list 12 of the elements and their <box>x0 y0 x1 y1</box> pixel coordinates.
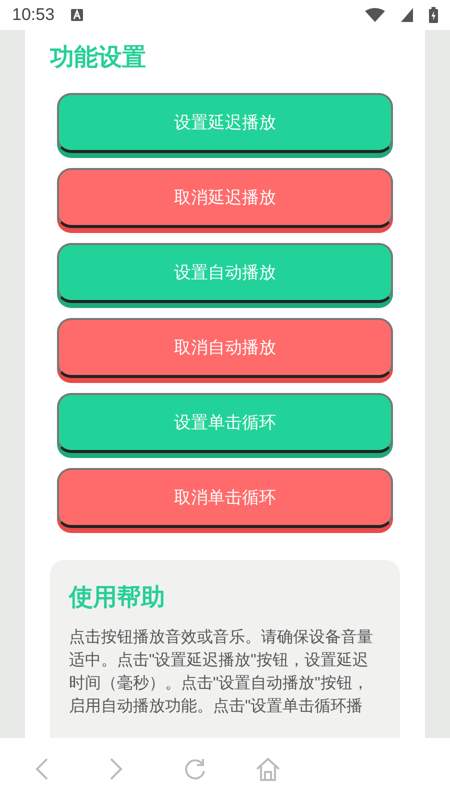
help-title: 使用帮助 <box>69 583 166 613</box>
signal-icon <box>401 8 413 22</box>
wifi-icon <box>365 8 385 22</box>
section-title: 功能设置 <box>50 43 147 73</box>
forward-icon[interactable] <box>109 757 123 781</box>
help-text: 点击按钮播放音效或音乐。请确保设备音量适中。点击"设置延迟播放"按钮，设置延迟时间（毫秒）。点击"设置自动播放"按钮，启用自动播放功能。点击"设置单击循环播 <box>69 628 374 717</box>
status-time: 10:53 <box>12 4 55 26</box>
notification-icon <box>70 9 83 21</box>
battery-icon <box>429 7 438 23</box>
reload-icon[interactable] <box>183 757 207 781</box>
home-icon[interactable] <box>255 756 281 782</box>
back-icon[interactable] <box>35 757 49 781</box>
